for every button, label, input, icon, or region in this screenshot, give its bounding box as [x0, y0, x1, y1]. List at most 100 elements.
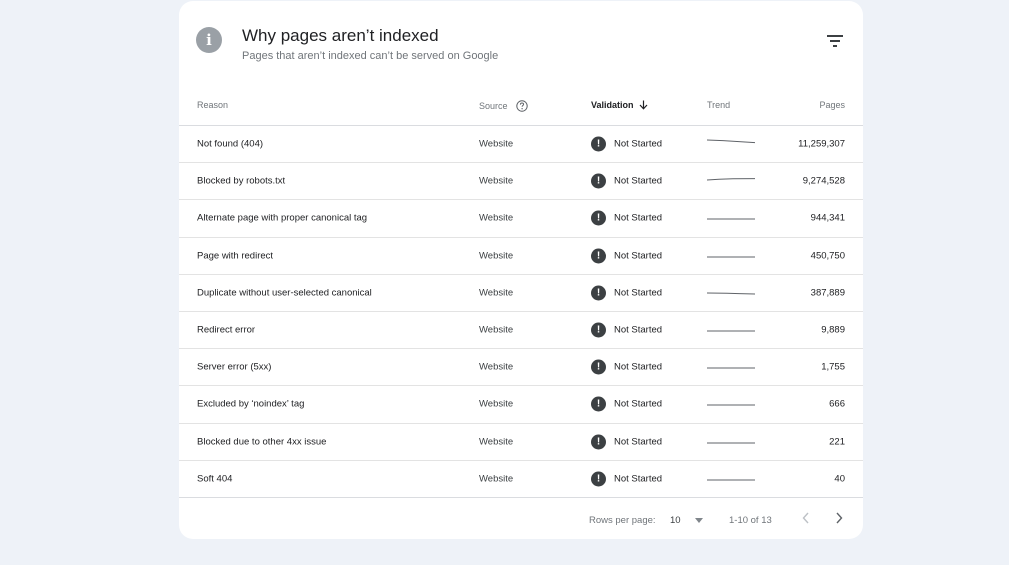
pages-cell: 221 — [829, 436, 845, 448]
pages-cell: 9,889 — [821, 324, 845, 336]
source-cell: Website — [479, 212, 514, 224]
column-label: Reason — [197, 100, 229, 110]
table-row[interactable]: Blocked due to other 4xx issue Website ! No… — [179, 424, 863, 461]
source-cell: Website — [479, 250, 514, 262]
table-row[interactable]: Not found (404) Website! Not Started 11,259… — [179, 126, 863, 164]
sort-down-arrow-icon — [639, 100, 648, 110]
source-cell: Website — [479, 175, 514, 187]
rows-per-page-value: 10 — [670, 514, 681, 526]
validation-cell: ! Not Started — [591, 471, 663, 487]
validation-cell: ! Not Started — [591, 173, 663, 189]
pages-cell: 387,889 — [810, 287, 845, 299]
card-subtitle: Pages that aren’t indexed can’t be serve… — [242, 50, 499, 62]
trend-sparkline — [707, 323, 755, 337]
reason-cell: Redirect error — [197, 324, 256, 336]
reason-cell: Alternate page with proper canonical tag — [197, 212, 368, 224]
reason-cell: Blocked by robots.txt — [197, 175, 286, 187]
not-indexed-card: i Why pages aren’t indexed Pages that ar… — [179, 1, 863, 539]
column-header-reason[interactable]: Reason — [197, 100, 228, 110]
card-header: i Why pages aren’t indexed Pages that ar… — [179, 1, 863, 85]
pages-cell: 11,259,307 — [798, 138, 845, 150]
column-label: Trend — [707, 100, 731, 110]
column-header-validation[interactable]: Validation — [591, 100, 648, 110]
warning-icon: ! — [591, 471, 606, 487]
warning-icon: ! — [591, 248, 606, 264]
warning-icon: ! — [591, 173, 606, 189]
pagination-range: 1-10 of 13 — [729, 514, 772, 526]
trend-sparkline — [707, 249, 755, 263]
column-header-source[interactable]: Source — [479, 100, 528, 112]
validation-cell: ! Not Started — [591, 210, 663, 226]
table-row[interactable]: Alternate page with proper canonical tag… — [179, 200, 863, 238]
table-body: Not found (404) Website! Not Started 11,259… — [179, 126, 863, 498]
pages-cell: 450,750 — [810, 250, 845, 262]
validation-cell: ! Not Started — [591, 359, 663, 375]
reason-cell: Soft 404 — [197, 473, 233, 485]
table-row[interactable]: Page with redirect Website! Not Started 450… — [179, 238, 863, 275]
source-cell: Website — [479, 138, 514, 150]
column-header-pages[interactable]: Pages — [819, 100, 845, 110]
caret-down-icon — [694, 517, 703, 523]
validation-status: Not Started — [614, 361, 663, 373]
trend-sparkline — [707, 137, 755, 151]
source-cell: Website — [479, 473, 514, 485]
column-label: Pages — [819, 100, 845, 110]
validation-status: Not Started — [614, 398, 663, 410]
table-header: Reason Source Validation Trend Pages — [179, 85, 863, 126]
pages-cell: 1,755 — [821, 361, 845, 373]
validation-cell: ! Not Started — [591, 434, 662, 450]
column-header-trend: Trend — [707, 100, 730, 110]
source-cell: Website — [479, 361, 514, 373]
table-row[interactable]: Server error (5xx) Website ! Not Started 1,7… — [179, 349, 863, 387]
reason-cell: Duplicate without user-selected canonica… — [197, 287, 372, 299]
source-cell: Website — [479, 287, 514, 299]
trend-sparkline — [707, 174, 755, 188]
table-row[interactable]: Blocked by robots.txt Website! Not Started… — [179, 163, 863, 201]
validation-status: Not Started — [614, 324, 663, 336]
source-cell: Website — [479, 324, 514, 336]
validation-status: Not Started — [614, 212, 663, 224]
help-icon[interactable] — [515, 100, 528, 112]
chevron-right-icon[interactable] — [834, 511, 844, 525]
source-cell: Website — [479, 436, 514, 448]
trend-sparkline — [707, 360, 755, 374]
validation-status: Not Started — [614, 250, 663, 262]
reason-cell: Excluded by ‘noindex’ tag — [197, 398, 305, 410]
warning-icon: ! — [591, 322, 606, 338]
chevron-left-icon[interactable] — [801, 511, 811, 525]
reason-cell: Blocked due to other 4xx issue — [197, 436, 327, 448]
table-row[interactable]: Duplicate without user-selected canonica… — [179, 275, 863, 312]
table-row[interactable]: Excluded by ‘noindex’ tag Website! Not Sta… — [179, 386, 863, 424]
validation-cell: ! Not Started — [591, 248, 663, 264]
validation-status: Not Started — [614, 287, 663, 299]
warning-icon: ! — [591, 434, 606, 450]
validation-status: Not Started — [614, 138, 663, 150]
pages-cell: 666 — [829, 398, 845, 410]
pages-cell: 944,341 — [810, 212, 845, 224]
pages-cell: 9,274,528 — [802, 175, 845, 187]
reason-cell: Server error (5xx) — [197, 361, 272, 373]
warning-icon: ! — [591, 136, 606, 152]
validation-cell: ! Not Started — [591, 136, 663, 152]
table-row[interactable]: Soft 404 Website! Not Started 40 — [179, 461, 863, 498]
table-row[interactable]: Redirect error Website! Not Started 9,889 — [179, 312, 863, 350]
filter-icon[interactable] — [827, 35, 843, 49]
warning-icon: ! — [591, 210, 606, 226]
reason-cell: Not found (404) — [197, 138, 264, 150]
card-title: Why pages aren’t indexed — [242, 26, 439, 45]
column-label: Validation — [591, 100, 634, 110]
trend-sparkline — [707, 472, 755, 486]
trend-sparkline — [707, 286, 755, 300]
validation-cell: ! Not Started — [591, 322, 663, 338]
pages-cell: 40 — [834, 473, 845, 485]
column-label: Source — [479, 101, 508, 111]
rows-per-page-label: Rows per page: — [589, 514, 656, 526]
validation-status: Not Started — [614, 473, 663, 485]
trend-sparkline — [707, 397, 755, 411]
reason-cell: Page with redirect — [197, 250, 274, 262]
warning-icon: ! — [591, 285, 606, 301]
rows-per-page-select[interactable]: 10 — [670, 515, 703, 526]
validation-cell: ! Not Started — [591, 396, 663, 412]
validation-status: Not Started — [614, 175, 663, 187]
trend-sparkline — [707, 211, 755, 225]
